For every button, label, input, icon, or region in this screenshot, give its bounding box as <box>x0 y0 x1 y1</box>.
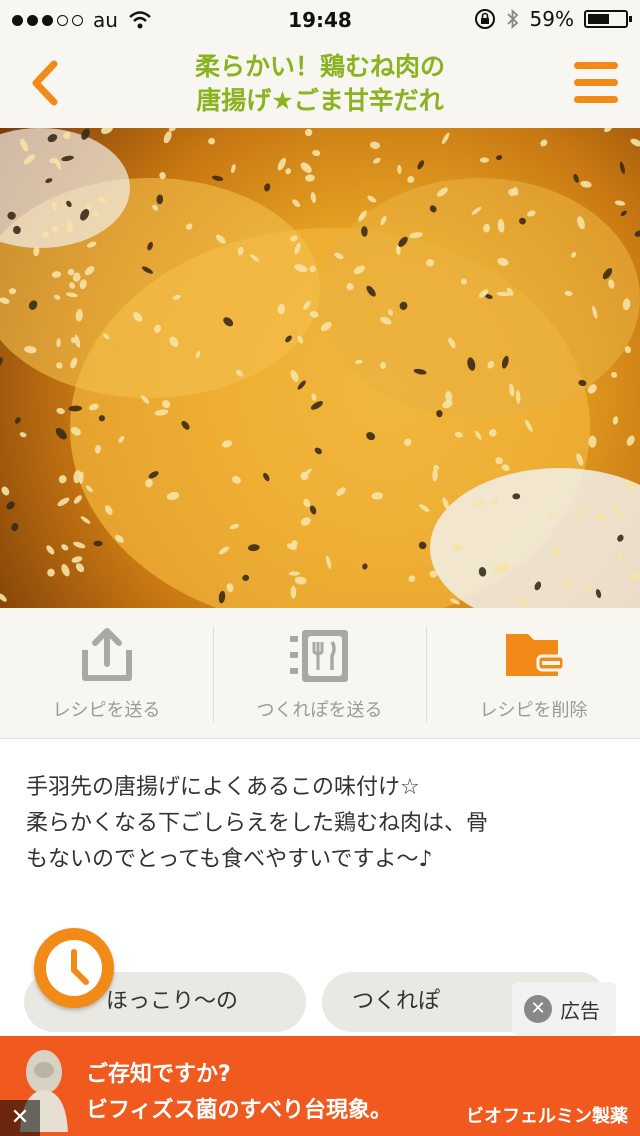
bluetooth-icon <box>506 8 518 30</box>
page-title-line1: 柔らかい！鶏むね肉の <box>194 52 445 81</box>
back-chevron-icon[interactable] <box>24 58 68 108</box>
recipe-photo <box>0 128 640 608</box>
rotation-lock-icon <box>474 9 495 29</box>
ad-headline: ご存知ですか? <box>86 1062 231 1087</box>
folder-remove-icon <box>505 634 565 676</box>
send-tsukurepo-label: つくれぽを送る <box>256 700 383 721</box>
delete-recipe-button[interactable]: レシピを削除 <box>427 608 640 738</box>
cookbook-icon <box>289 630 348 682</box>
send-tsukurepo-button[interactable]: つくれぽを送る <box>213 608 426 738</box>
nav-bar: 柔らかい！鶏むね肉の 唐揚げ★ごま甘辛だれ <box>0 40 640 128</box>
description-line: もないのでとっても食べやすいですよ〜♪ <box>26 847 433 872</box>
menu-icon[interactable] <box>574 62 618 104</box>
description-line: 柔らかくなる下ごしらえをした鶏むね肉は、骨 <box>26 811 489 836</box>
battery-icon <box>584 10 632 28</box>
page-title: 柔らかい！鶏むね肉の 唐揚げ★ごま甘辛だれ <box>120 50 520 118</box>
send-recipe-button[interactable]: レシピを送る <box>0 608 213 738</box>
ad-dismiss-x-icon[interactable]: ✕ <box>0 1100 40 1136</box>
close-circle-icon: ✕ <box>524 995 552 1023</box>
description-line: 手羽先の唐揚げによくあるこの味付け☆ <box>26 775 420 800</box>
timer-button[interactable] <box>34 928 114 1008</box>
author-name: ほっこり〜の <box>106 989 239 1014</box>
battery-percent: 59% <box>529 7 574 31</box>
ad-tag-label: 広告 <box>560 998 600 1023</box>
ad-brand: ビオフェルミン製薬 <box>466 1106 628 1127</box>
recipe-description: 手羽先の唐揚げによくあるこの味付け☆ 柔らかくなる下ごしらえをした鶏むね肉は、骨… <box>26 770 616 878</box>
send-recipe-label: レシピを送る <box>52 700 161 721</box>
delete-recipe-label: レシピを削除 <box>479 700 588 721</box>
clock-icon <box>71 949 89 985</box>
ad-close-tag[interactable]: ✕ 広告 <box>512 982 616 1036</box>
ad-banner[interactable]: ご存知ですか? ビフィズス菌のすべり台現象。 ビオフェルミン製薬 <box>0 1036 640 1136</box>
status-bar: au 19:48 59% <box>0 0 640 40</box>
tsukurepo-label: つくれぽ <box>352 989 441 1014</box>
ad-subline: ビフィズス菌のすべり台現象。 <box>86 1098 393 1123</box>
page-title-line2: 唐揚げ★ごま甘辛だれ <box>196 86 444 115</box>
share-icon <box>81 628 132 681</box>
action-row: レシピを送る つくれぽを送る レシピを削除 <box>0 608 640 739</box>
